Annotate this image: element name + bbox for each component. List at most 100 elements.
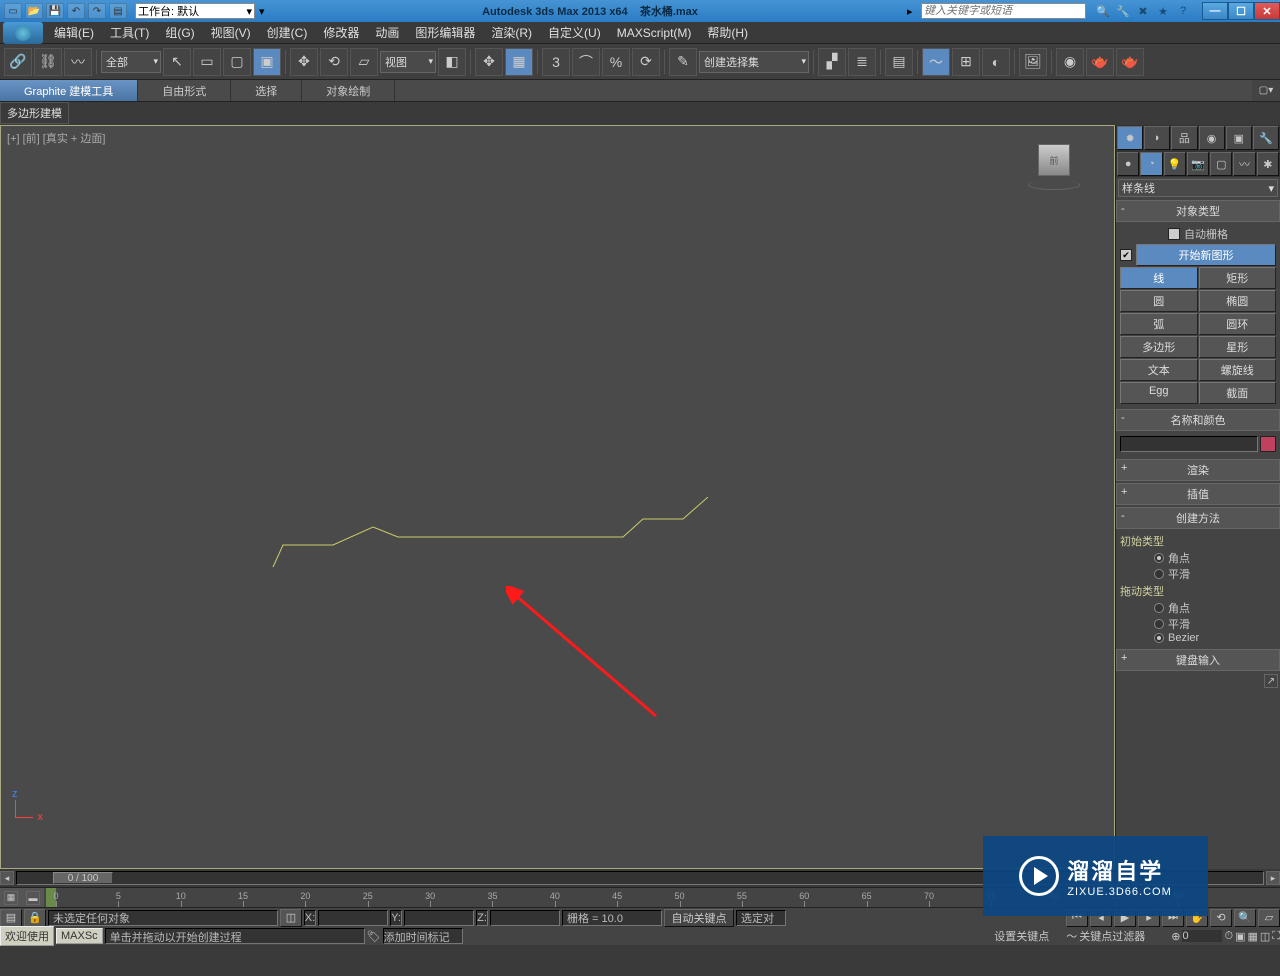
maxscript-mini-icon[interactable]: ▤ — [0, 909, 22, 927]
trackbar-key-icon[interactable]: ▬ — [26, 891, 40, 905]
coord-z-input[interactable] — [490, 910, 560, 926]
maxscript-button[interactable]: MAXSc — [56, 928, 103, 944]
viewcube-face[interactable]: 前 — [1038, 144, 1070, 176]
link-icon[interactable]: 🔗 — [4, 48, 32, 76]
time-slider-next[interactable]: ▸ — [1266, 871, 1280, 885]
btn-donut[interactable]: 圆环 — [1199, 313, 1277, 335]
nav-zoomext-icon[interactable]: ▣ — [1235, 930, 1245, 943]
lock-selection-icon[interactable]: 🔒 — [24, 909, 46, 927]
rotate-icon[interactable]: ⟲ — [320, 48, 348, 76]
rollout-interp[interactable]: +插值 — [1116, 483, 1280, 505]
sub-shapes-icon[interactable]: ◔ — [1140, 152, 1162, 176]
maximize-button[interactable]: ☐ — [1228, 2, 1254, 20]
menu-view[interactable]: 视图(V) — [203, 24, 259, 41]
sub-systems-icon[interactable]: ✱ — [1257, 152, 1279, 176]
pivot-center-icon[interactable]: ◧ — [438, 48, 466, 76]
keyboard-shortcut-icon[interactable]: ▦ — [505, 48, 533, 76]
sub-spacewarps-icon[interactable]: 〰 — [1233, 152, 1255, 176]
radio-drag-corner[interactable] — [1154, 603, 1164, 613]
autokey-button[interactable]: 自动关键点 — [664, 909, 734, 927]
scale-icon[interactable]: ▱ — [350, 48, 378, 76]
sub-geometry-icon[interactable]: ● — [1117, 152, 1139, 176]
render-prod-icon[interactable]: 🫖 — [1086, 48, 1114, 76]
radio-initial-smooth[interactable] — [1154, 569, 1164, 579]
btn-egg[interactable]: Egg — [1120, 382, 1198, 404]
autogrid-checkbox[interactable] — [1168, 228, 1180, 240]
qat-open-icon[interactable]: 📂 — [25, 3, 43, 19]
nav-fov-icon[interactable]: ▱ — [1258, 909, 1280, 927]
isolate-icon[interactable]: ◫ — [280, 909, 302, 927]
subscribe-icon[interactable]: 🔧 — [1114, 3, 1132, 19]
qat-project-icon[interactable]: ▤ — [109, 3, 127, 19]
timetag-label[interactable]: 添加时间标记 — [383, 928, 463, 944]
nav-orbit-icon[interactable]: ⟲ — [1210, 909, 1232, 927]
radio-initial-corner[interactable] — [1154, 553, 1164, 563]
menu-animation[interactable]: 动画 — [367, 24, 407, 41]
menu-modifiers[interactable]: 修改器 — [315, 24, 367, 41]
curve-editor-icon[interactable]: 〜 — [922, 48, 950, 76]
ribbon-collapse-icon[interactable]: ▢▾ — [1252, 80, 1280, 101]
menu-help[interactable]: 帮助(H) — [699, 24, 756, 41]
menu-group[interactable]: 组(G) — [157, 24, 202, 41]
application-button[interactable] — [3, 22, 43, 44]
angle-snap-icon[interactable]: ⌒ — [572, 48, 600, 76]
startnew-checkbox[interactable]: ✔ — [1120, 249, 1132, 261]
layer-manager-icon[interactable]: ▤ — [885, 48, 913, 76]
viewport-front[interactable]: [+] [前] [真实 + 边面] 前 — [0, 125, 1115, 869]
tab-modify-icon[interactable]: ◗ — [1144, 126, 1170, 150]
menu-edit[interactable]: 编辑(E) — [46, 24, 102, 41]
bind-spacewarp-icon[interactable]: 〰 — [64, 48, 92, 76]
btn-circle[interactable]: 圆 — [1120, 290, 1198, 312]
menu-create[interactable]: 创建(C) — [259, 24, 316, 41]
keymode-icon[interactable]: ⊕ — [1171, 930, 1180, 943]
viewcube[interactable]: 前 — [1024, 140, 1084, 190]
category-dropdown[interactable]: 样条线▾ — [1118, 179, 1278, 197]
nav-region-icon[interactable]: ◫ — [1260, 930, 1270, 943]
qat-undo-icon[interactable]: ↶ — [67, 3, 85, 19]
close-button[interactable]: ✕ — [1254, 2, 1280, 20]
welcome-button[interactable]: 欢迎使用 — [0, 926, 54, 946]
qat-save-icon[interactable]: 💾 — [46, 3, 64, 19]
rollout-create-method[interactable]: -创建方法 — [1116, 507, 1280, 529]
radio-drag-bezier[interactable] — [1154, 633, 1164, 643]
unlink-icon[interactable]: ⛓ — [34, 48, 62, 76]
search-icon[interactable]: 🔍 — [1094, 3, 1112, 19]
qat-redo-icon[interactable]: ↷ — [88, 3, 106, 19]
menu-maxscript[interactable]: MAXScript(M) — [609, 26, 700, 40]
rollout-object-type[interactable]: -对象类型 — [1116, 200, 1280, 222]
render-frame-icon[interactable]: ◉ — [1056, 48, 1084, 76]
btn-line[interactable]: 线 — [1120, 267, 1198, 289]
ribbon-panel-polymodel[interactable]: 多边形建模 — [0, 102, 69, 124]
timeconfig-icon[interactable]: ⏱ — [1224, 930, 1233, 943]
select-name-icon[interactable]: ▭ — [193, 48, 221, 76]
workspace-menu-icon[interactable]: ▾ — [259, 5, 273, 18]
btn-star[interactable]: 星形 — [1199, 336, 1277, 358]
render-setup-icon[interactable]: 🖼 — [1019, 48, 1047, 76]
render-iterate-icon[interactable]: 🫖 — [1116, 48, 1144, 76]
current-frame-input[interactable]: 0 — [1182, 930, 1222, 942]
qat-new-icon[interactable]: ▭ — [4, 3, 22, 19]
rollout-render[interactable]: +渲染 — [1116, 459, 1280, 481]
help-icon[interactable]: ? — [1174, 3, 1192, 19]
nav-zoomall-icon[interactable]: ▦ — [1247, 930, 1257, 943]
ref-coord-dropdown[interactable]: 视图 — [380, 51, 436, 73]
menu-tools[interactable]: 工具(T) — [102, 24, 157, 41]
editnamedsel-icon[interactable]: ✎ — [669, 48, 697, 76]
ribbon-tab-graphite[interactable]: Graphite 建模工具 — [0, 80, 138, 101]
ribbon-tab-freeform[interactable]: 自由形式 — [138, 80, 231, 101]
panel-undock-icon[interactable]: ↗ — [1264, 674, 1278, 688]
snap-toggle-icon[interactable]: 3 — [542, 48, 570, 76]
btn-text[interactable]: 文本 — [1120, 359, 1198, 381]
object-color-swatch[interactable] — [1260, 436, 1276, 452]
infocenter-chevron-icon[interactable]: ▸ — [907, 5, 921, 18]
mirror-icon[interactable]: ▞ — [818, 48, 846, 76]
move-icon[interactable]: ✥ — [290, 48, 318, 76]
btn-ellipse[interactable]: 椭圆 — [1199, 290, 1277, 312]
workspace-dropdown[interactable]: 工作台: 默认▾ — [135, 3, 255, 19]
named-selection-dropdown[interactable]: 创建选择集 — [699, 51, 809, 73]
selection-filter-dropdown[interactable]: 全部 — [101, 51, 161, 73]
coord-x-input[interactable] — [318, 910, 388, 926]
minimize-button[interactable]: — — [1202, 2, 1228, 20]
ribbon-tab-objectpaint[interactable]: 对象绘制 — [302, 80, 395, 101]
align-icon[interactable]: ≣ — [848, 48, 876, 76]
